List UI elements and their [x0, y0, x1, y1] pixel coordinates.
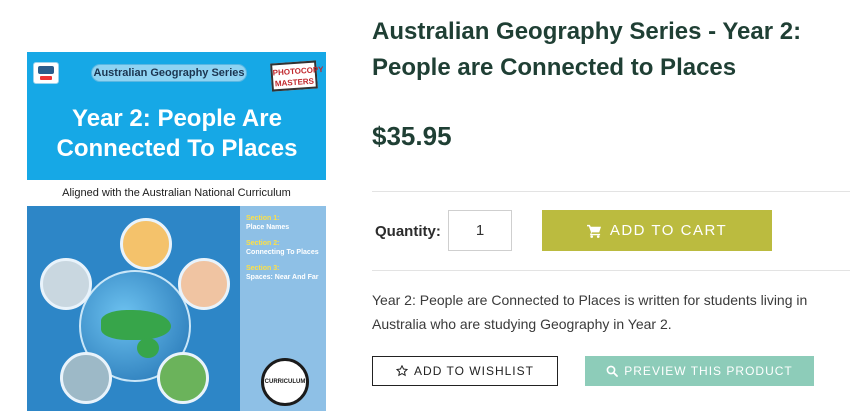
product-price: $35.95 [372, 121, 452, 151]
cover-photo-bubble [157, 352, 209, 404]
cover-section: Section 3: Spaces: Near And Far [246, 264, 320, 282]
search-icon [606, 365, 619, 377]
cover-photo-bubble [60, 352, 112, 404]
divider [372, 270, 850, 271]
add-to-wishlist-label: ADD TO WISHLIST [414, 364, 534, 378]
cover-section-name: Connecting To Places [246, 249, 319, 256]
product-description: Year 2: People are Connected to Places i… [372, 292, 808, 332]
shopping-cart-icon [586, 224, 601, 238]
cover-section: Section 1: Place Names [246, 214, 320, 232]
cover-section-name: Spaces: Near And Far [246, 274, 319, 281]
cover-section: Section 2: Connecting To Places [246, 239, 320, 257]
divider [372, 191, 850, 192]
cover-section-name: Place Names [246, 224, 290, 231]
cover-curriculum-strip: Aligned with the Australian National Cur… [27, 180, 326, 206]
cover-section-heading: Section 1: [246, 215, 280, 222]
cover-photo-bubble [120, 218, 172, 270]
cover-section-heading: Section 3: [246, 265, 280, 272]
product-cover-image[interactable]: Australian Geography Series PHOTOCOPY MA… [27, 52, 326, 411]
star-outline-icon [396, 365, 409, 377]
cover-section-heading: Section 2: [246, 240, 280, 247]
preview-product-button[interactable]: PREVIEW THIS PRODUCT [585, 356, 814, 386]
cover-series-label: Australian Geography Series [91, 64, 247, 82]
add-to-wishlist-button[interactable]: ADD TO WISHLIST [372, 356, 558, 386]
quantity-input[interactable] [448, 210, 512, 251]
publisher-logo [33, 62, 59, 84]
cover-badge: PHOTOCOPY MASTERS [270, 60, 324, 92]
add-to-cart-label: ADD TO CART [609, 222, 728, 239]
curriculum-linked-seal: CURRICULUM LINKED [261, 358, 309, 406]
preview-product-label: PREVIEW THIS PRODUCT [624, 364, 793, 378]
quantity-label: Quantity: [375, 223, 441, 240]
product-title: Australian Geography Series - Year 2: Pe… [372, 18, 802, 81]
cover-photo-bubble [178, 258, 230, 310]
cover-photo-bubble [40, 258, 92, 310]
add-to-cart-button[interactable]: ADD TO CART [542, 210, 772, 251]
cover-title: Year 2: People Are Connected To Places [56, 105, 298, 162]
